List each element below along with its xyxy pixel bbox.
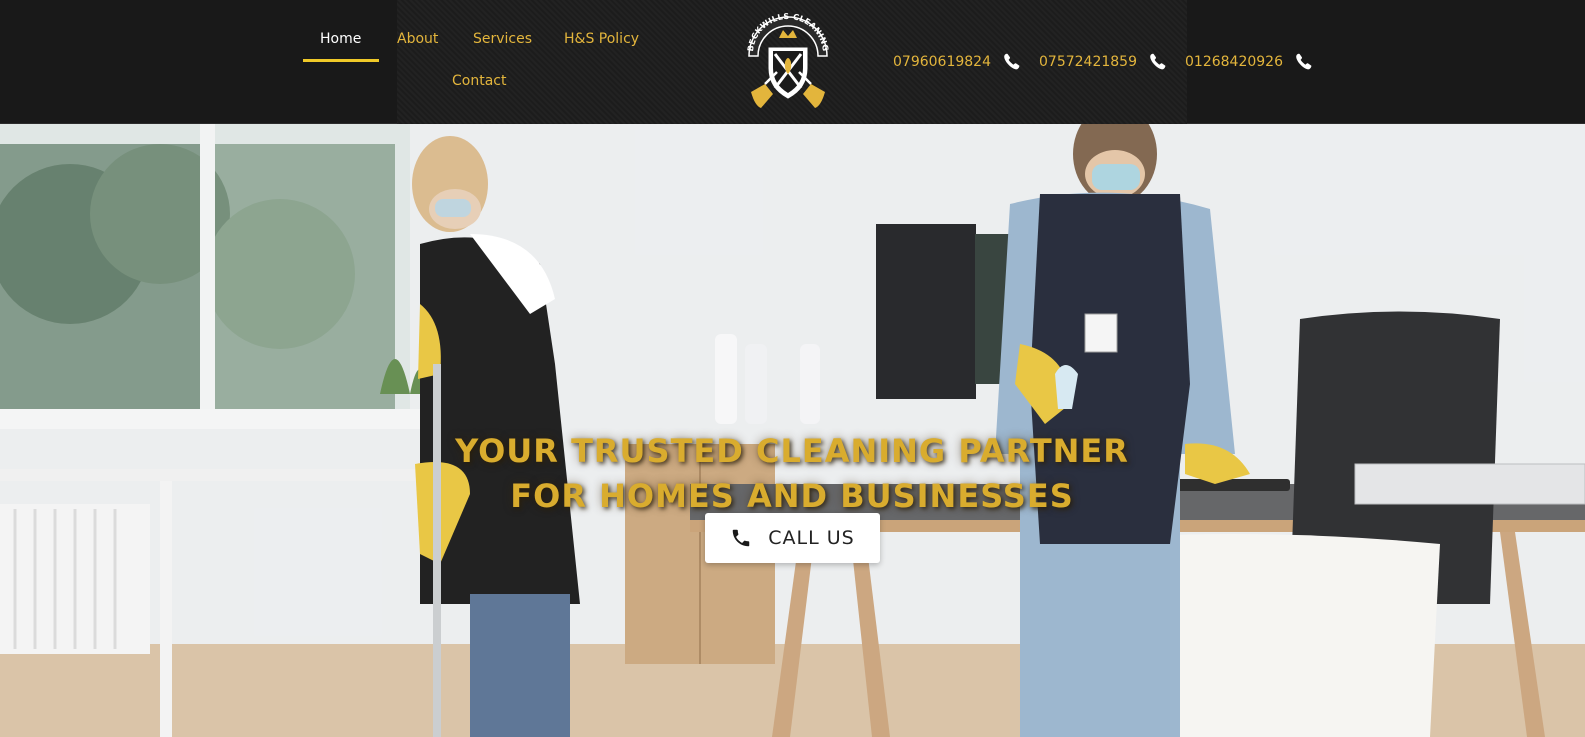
brand-logo[interactable]: BECKWILLS CLEANING: [743, 10, 833, 112]
nav-item-services[interactable]: Services: [473, 31, 532, 47]
logo-emblem-icon: BECKWILLS CLEANING: [746, 12, 830, 108]
site-header: Home About Services H&S Policy Contact B…: [0, 0, 1585, 124]
phone-icon: [1296, 53, 1312, 70]
phone-link-3[interactable]: 01268420926: [1185, 51, 1315, 73]
hero-headline: YOUR TRUSTED CLEANING PARTNER FOR HOMES …: [392, 429, 1192, 519]
phone-icon: [733, 529, 750, 547]
phone-icon: [1004, 53, 1020, 70]
phone-icon: [1150, 53, 1166, 70]
phone-number-2: 07572421859: [1039, 54, 1137, 70]
phone-link-2[interactable]: 07572421859: [1039, 51, 1169, 73]
nav-item-contact[interactable]: Contact: [452, 73, 506, 89]
call-us-label: CALL US: [768, 527, 855, 549]
phone-number-3: 01268420926: [1185, 54, 1283, 70]
nav-active-underline: [303, 59, 379, 62]
nav-item-home[interactable]: Home: [320, 31, 361, 47]
phone-link-1[interactable]: 07960619824: [893, 51, 1023, 73]
call-us-button[interactable]: CALL US: [705, 513, 880, 563]
hero-headline-line1: YOUR TRUSTED CLEANING PARTNER: [455, 432, 1129, 471]
nav-item-hs-policy[interactable]: H&S Policy: [564, 31, 639, 47]
hero-section: YOUR TRUSTED CLEANING PARTNER FOR HOMES …: [0, 124, 1585, 737]
nav-item-about[interactable]: About: [397, 31, 438, 47]
phone-number-1: 07960619824: [893, 54, 991, 70]
